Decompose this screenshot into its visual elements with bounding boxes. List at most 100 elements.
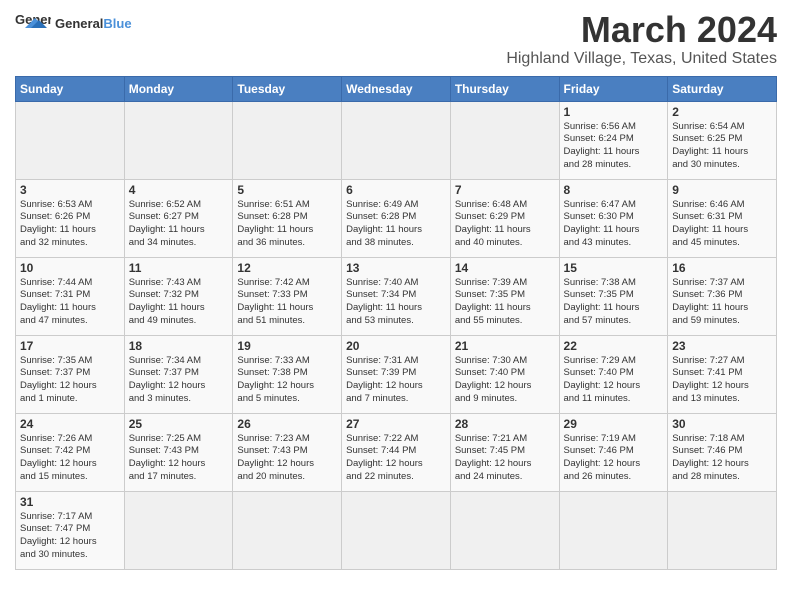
calendar-cell: 1Sunrise: 6:56 AM Sunset: 6:24 PM Daylig… xyxy=(559,101,668,179)
calendar-cell: 26 Sunrise: 7:23 AM Sunset: 7:43 PM Dayli… xyxy=(233,413,342,491)
calendar-cell: 11Sunrise: 7:43 AM Sunset: 7:32 PM Dayli… xyxy=(124,257,233,335)
day-info: Sunrise: 6:52 AM Sunset: 6:27 PM Dayligh… xyxy=(129,199,229,250)
day-info: Sunrise: 6:51 AM Sunset: 6:28 PM Dayligh… xyxy=(237,199,337,250)
calendar-table: Sunday Monday Tuesday Wednesday Thursday… xyxy=(15,76,777,570)
calendar-cell xyxy=(342,101,451,179)
day-number: 19 xyxy=(237,339,337,353)
calendar-cell xyxy=(124,101,233,179)
calendar-cell: 27Sunrise: 7:22 AM Sunset: 7:44 PM Dayli… xyxy=(342,413,451,491)
day-number: 21 xyxy=(455,339,555,353)
calendar-title: March 2024 xyxy=(506,10,777,50)
day-number: 8 xyxy=(564,183,664,197)
day-info: Sunrise: 6:56 AM Sunset: 6:24 PM Dayligh… xyxy=(564,121,664,172)
logo: General GeneralBlue xyxy=(15,10,132,38)
day-number: 31 xyxy=(20,495,120,509)
day-number: 25 xyxy=(129,417,229,431)
calendar-week-3: 17Sunrise: 7:35 AM Sunset: 7:37 PM Dayli… xyxy=(16,335,777,413)
day-number: 12 xyxy=(237,261,337,275)
calendar-cell xyxy=(233,101,342,179)
calendar-cell xyxy=(450,101,559,179)
calendar-cell xyxy=(342,491,451,569)
calendar-week-0: 1Sunrise: 6:56 AM Sunset: 6:24 PM Daylig… xyxy=(16,101,777,179)
day-number: 30 xyxy=(672,417,772,431)
header-thursday: Thursday xyxy=(450,76,559,101)
calendar-cell: 22 Sunrise: 7:29 AM Sunset: 7:40 PM Dayli… xyxy=(559,335,668,413)
header-sunday: Sunday xyxy=(16,76,125,101)
calendar-cell: 28Sunrise: 7:21 AM Sunset: 7:45 PM Dayli… xyxy=(450,413,559,491)
day-number: 28 xyxy=(455,417,555,431)
calendar-cell xyxy=(450,491,559,569)
day-number: 14 xyxy=(455,261,555,275)
header-friday: Friday xyxy=(559,76,668,101)
calendar-cell: 12 Sunrise: 7:42 AM Sunset: 7:33 PM Dayli… xyxy=(233,257,342,335)
day-info: Sunrise: 7:40 AM Sunset: 7:34 PM Dayligh… xyxy=(346,277,446,328)
calendar-cell: 18 Sunrise: 7:34 AM Sunset: 7:37 PM Dayli… xyxy=(124,335,233,413)
header-wednesday: Wednesday xyxy=(342,76,451,101)
calendar-week-5: 31 Sunrise: 7:17 AM Sunset: 7:47 PM Dayli… xyxy=(16,491,777,569)
day-number: 27 xyxy=(346,417,446,431)
calendar-cell xyxy=(668,491,777,569)
calendar-week-2: 10 Sunrise: 7:44 AM Sunset: 7:31 PM Dayli… xyxy=(16,257,777,335)
day-info: Sunrise: 7:25 AM Sunset: 7:43 PM Dayligh… xyxy=(129,433,229,484)
day-number: 2 xyxy=(672,105,772,119)
day-number: 16 xyxy=(672,261,772,275)
logo-icon: General xyxy=(15,10,51,38)
calendar-cell: 10 Sunrise: 7:44 AM Sunset: 7:31 PM Dayli… xyxy=(16,257,125,335)
day-number: 24 xyxy=(20,417,120,431)
day-info: Sunrise: 7:18 AM Sunset: 7:46 PM Dayligh… xyxy=(672,433,772,484)
calendar-cell: 17Sunrise: 7:35 AM Sunset: 7:37 PM Dayli… xyxy=(16,335,125,413)
calendar-cell: 8Sunrise: 6:47 AM Sunset: 6:30 PM Daylig… xyxy=(559,179,668,257)
day-info: Sunrise: 7:34 AM Sunset: 7:37 PM Dayligh… xyxy=(129,355,229,406)
calendar-cell: 30 Sunrise: 7:18 AM Sunset: 7:46 PM Dayli… xyxy=(668,413,777,491)
calendar-subtitle: Highland Village, Texas, United States xyxy=(506,50,777,68)
calendar-cell: 31 Sunrise: 7:17 AM Sunset: 7:47 PM Dayli… xyxy=(16,491,125,569)
day-info: Sunrise: 7:30 AM Sunset: 7:40 PM Dayligh… xyxy=(455,355,555,406)
day-info: Sunrise: 7:17 AM Sunset: 7:47 PM Dayligh… xyxy=(20,511,120,562)
header-saturday: Saturday xyxy=(668,76,777,101)
calendar-cell: 19 Sunrise: 7:33 AM Sunset: 7:38 PM Dayli… xyxy=(233,335,342,413)
day-number: 23 xyxy=(672,339,772,353)
calendar-cell xyxy=(233,491,342,569)
day-number: 13 xyxy=(346,261,446,275)
day-number: 9 xyxy=(672,183,772,197)
day-number: 15 xyxy=(564,261,664,275)
day-info: Sunrise: 6:54 AM Sunset: 6:25 PM Dayligh… xyxy=(672,121,772,172)
day-info: Sunrise: 6:53 AM Sunset: 6:26 PM Dayligh… xyxy=(20,199,120,250)
calendar-cell: 5 Sunrise: 6:51 AM Sunset: 6:28 PM Daylig… xyxy=(233,179,342,257)
day-info: Sunrise: 7:42 AM Sunset: 7:33 PM Dayligh… xyxy=(237,277,337,328)
day-number: 5 xyxy=(237,183,337,197)
calendar-cell: 15 Sunrise: 7:38 AM Sunset: 7:35 PM Dayli… xyxy=(559,257,668,335)
calendar-cell xyxy=(559,491,668,569)
calendar-cell: 6Sunrise: 6:49 AM Sunset: 6:28 PM Daylig… xyxy=(342,179,451,257)
day-info: Sunrise: 7:19 AM Sunset: 7:46 PM Dayligh… xyxy=(564,433,664,484)
day-info: Sunrise: 7:33 AM Sunset: 7:38 PM Dayligh… xyxy=(237,355,337,406)
title-section: March 2024 Highland Village, Texas, Unit… xyxy=(506,10,777,68)
day-number: 7 xyxy=(455,183,555,197)
day-info: Sunrise: 7:23 AM Sunset: 7:43 PM Dayligh… xyxy=(237,433,337,484)
calendar-cell: 13 Sunrise: 7:40 AM Sunset: 7:34 PM Dayli… xyxy=(342,257,451,335)
day-number: 11 xyxy=(129,261,229,275)
day-number: 10 xyxy=(20,261,120,275)
day-info: Sunrise: 7:39 AM Sunset: 7:35 PM Dayligh… xyxy=(455,277,555,328)
header-monday: Monday xyxy=(124,76,233,101)
calendar-cell: 21 Sunrise: 7:30 AM Sunset: 7:40 PM Dayli… xyxy=(450,335,559,413)
day-info: Sunrise: 7:27 AM Sunset: 7:41 PM Dayligh… xyxy=(672,355,772,406)
calendar-week-1: 3 Sunrise: 6:53 AM Sunset: 6:26 PM Daylig… xyxy=(16,179,777,257)
calendar-cell xyxy=(16,101,125,179)
day-info: Sunrise: 7:29 AM Sunset: 7:40 PM Dayligh… xyxy=(564,355,664,406)
page-header: General GeneralBlue March 2024 Highland … xyxy=(15,10,777,68)
day-number: 22 xyxy=(564,339,664,353)
day-number: 18 xyxy=(129,339,229,353)
day-number: 4 xyxy=(129,183,229,197)
day-info: Sunrise: 7:44 AM Sunset: 7:31 PM Dayligh… xyxy=(20,277,120,328)
day-number: 6 xyxy=(346,183,446,197)
calendar-cell: 4 Sunrise: 6:52 AM Sunset: 6:27 PM Daylig… xyxy=(124,179,233,257)
day-info: Sunrise: 7:38 AM Sunset: 7:35 PM Dayligh… xyxy=(564,277,664,328)
day-info: Sunrise: 7:31 AM Sunset: 7:39 PM Dayligh… xyxy=(346,355,446,406)
calendar-cell: 29Sunrise: 7:19 AM Sunset: 7:46 PM Dayli… xyxy=(559,413,668,491)
day-number: 20 xyxy=(346,339,446,353)
day-number: 3 xyxy=(20,183,120,197)
calendar-cell: 9Sunrise: 6:46 AM Sunset: 6:31 PM Daylig… xyxy=(668,179,777,257)
day-number: 26 xyxy=(237,417,337,431)
day-info: Sunrise: 7:35 AM Sunset: 7:37 PM Dayligh… xyxy=(20,355,120,406)
